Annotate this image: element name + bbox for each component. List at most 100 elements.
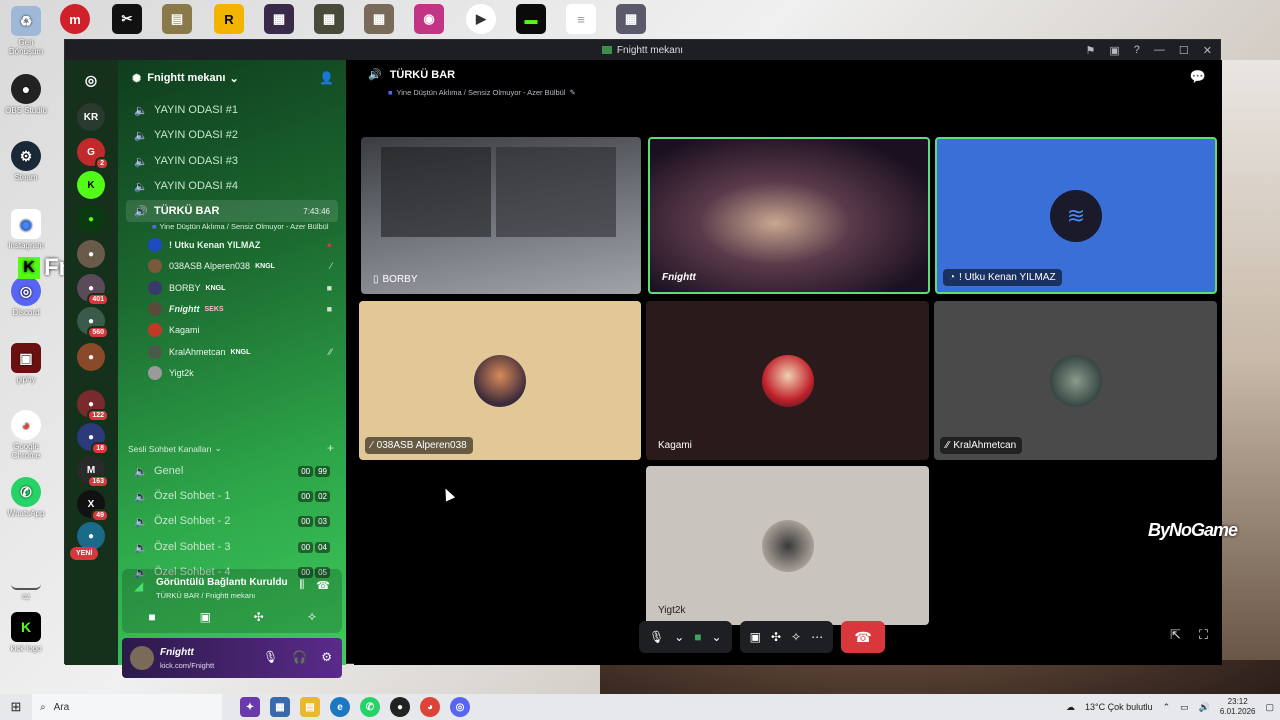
screen-share-button[interactable]: ▣	[183, 607, 227, 627]
new-badge[interactable]: YENİ	[70, 547, 99, 560]
server-item-3[interactable]: ●	[77, 240, 105, 268]
edit-pencil-icon[interactable]: ✎	[570, 88, 576, 97]
activities-icon[interactable]: ✣	[771, 630, 781, 644]
mic-control[interactable]: 🎙 ⌄ ■ ⌄	[639, 621, 732, 653]
more-options-icon[interactable]: ⋯	[811, 630, 823, 644]
discord-home-icon[interactable]: ◎	[77, 66, 105, 94]
notification-icon[interactable]: ▢	[1265, 702, 1274, 713]
copilot-icon[interactable]: ✦	[240, 697, 260, 717]
audio-tile[interactable]: ⁄⁄ KralAhmetcan	[934, 301, 1217, 460]
server-item-5[interactable]: ● 560	[77, 307, 109, 339]
whatsapp-shortcut-icon[interactable]: ✆ WhatsApp	[4, 477, 48, 518]
video-tile[interactable]: ▯ BORBY	[361, 137, 641, 294]
help-icon[interactable]: ?	[1134, 44, 1140, 56]
chevron-down-icon[interactable]: ⌄	[712, 630, 722, 644]
channel-ozel-3[interactable]: 🔈 Özel Sohbet - 3 00 04	[126, 536, 338, 558]
disconnect-icon[interactable]: ☎	[316, 579, 330, 592]
activities-button[interactable]: ✣	[237, 607, 281, 627]
rockstar-icon[interactable]: R	[214, 4, 244, 34]
close-icon[interactable]: ✕	[1203, 44, 1212, 57]
headphones-icon[interactable]: 🎧	[292, 650, 307, 664]
fullscreen-icon[interactable]: ⛶	[1199, 627, 1208, 643]
maximize-icon[interactable]: ☐	[1179, 44, 1189, 57]
microphone-icon[interactable]: 🎙	[649, 630, 664, 644]
server-header[interactable]: ✺ Fnightt mekanı ⌄ 👤	[118, 60, 346, 96]
discord-icon[interactable]: ◎	[450, 697, 470, 717]
photo-shortcut-icon[interactable]: ▦	[616, 4, 646, 34]
whatsapp-icon[interactable]: ✆	[360, 697, 380, 717]
screen-share-icon[interactable]: ▣	[750, 630, 761, 644]
member-item[interactable]: Fnightt SEKS ■	[148, 299, 338, 319]
add-channel-icon[interactable]: +	[327, 441, 334, 455]
giphy-icon[interactable]: ▣ giphy	[4, 343, 48, 384]
clock[interactable]: 23:12 6.01.2026	[1220, 697, 1256, 717]
voice-status-subtitle[interactable]: TÜRKÜ BAR / Fnightt mekanı	[156, 591, 255, 600]
channel-yayin-1[interactable]: 🔈 YAYIN ODASI #1	[126, 99, 338, 121]
audio-tile-speaking[interactable]: ≋ ◔! Utku Kenan YILMAZ	[935, 137, 1217, 294]
battery-icon[interactable]: ▭	[1180, 702, 1189, 713]
channel-yayin-2[interactable]: 🔈 YAYIN ODASI #2	[126, 124, 338, 146]
channel-turku-bar[interactable]: 🔊 TÜRKÜ BAR 7:43:46	[126, 200, 338, 222]
instagram-icon[interactable]: ◉	[414, 4, 444, 34]
minimize-icon[interactable]: —	[1154, 44, 1165, 56]
taskbar-search[interactable]: ⌕ Ara	[32, 694, 222, 720]
game-shortcut-icon[interactable]: ▬	[516, 4, 546, 34]
steam-icon[interactable]: ⚙ Steam	[4, 141, 48, 182]
member-item[interactable]: Yigt2k	[148, 363, 338, 383]
settings-gear-icon[interactable]: ⚙	[321, 650, 332, 664]
server-item-2[interactable]: ●	[77, 205, 105, 233]
camera-button[interactable]: ■	[130, 607, 174, 627]
avatar[interactable]	[130, 646, 154, 670]
server-kr[interactable]: KR	[77, 103, 105, 131]
media-shortcut-icon-3[interactable]: ▦	[364, 4, 394, 34]
obs-icon[interactable]: ● OBS Studio	[4, 74, 48, 115]
member-item[interactable]: ! Utku Kenan YILMAZ ●	[148, 235, 338, 255]
channel-ozel-1[interactable]: 🔈 Özel Sohbet - 1 00 02	[126, 485, 338, 507]
server-item-6[interactable]: ●	[77, 343, 105, 371]
channel-genel[interactable]: 🔈 Genel 00 99	[126, 460, 338, 482]
weather-text[interactable]: 13°C Çok bulutlu	[1085, 702, 1153, 712]
member-item[interactable]: 038ASB Alperen038 KNGL ⁄	[148, 256, 338, 276]
disconnect-button[interactable]: ☎	[841, 621, 886, 653]
microphone-icon[interactable]: 🎙	[263, 650, 278, 664]
screen-icon[interactable]: ▣	[1109, 44, 1119, 57]
server-kick[interactable]: K	[77, 171, 105, 199]
camera-icon[interactable]: ■	[694, 630, 701, 644]
media-shortcut-icon[interactable]: ▦	[264, 4, 294, 34]
document-shortcut-icon[interactable]: ≡	[566, 4, 596, 34]
add-member-icon[interactable]: 👤	[319, 71, 334, 85]
flag-icon[interactable]: ⚑	[1086, 44, 1096, 57]
discord-shortcut-icon[interactable]: ◎ Discord	[4, 276, 48, 317]
instagram-shortcut-icon[interactable]: ◉ Instagram	[4, 209, 48, 250]
audio-tile[interactable]: Kagami	[646, 301, 929, 460]
category-voice[interactable]: Sesli Sohbet Kanalları ⌄	[128, 443, 222, 454]
server-item[interactable]: G2	[77, 138, 109, 170]
audio-tile[interactable]: ⁄ 038ASB Alperen038	[359, 301, 641, 460]
server-item-10[interactable]: X 49	[77, 490, 109, 522]
app-shortcut-icon[interactable]: m	[60, 4, 90, 34]
volume-icon[interactable]: 🔊	[1199, 702, 1210, 713]
channel-yayin-4[interactable]: 🔈 YAYIN ODASI #4	[126, 175, 338, 197]
kick-logo-icon[interactable]: Kkick logo	[4, 612, 48, 653]
soundboard-button[interactable]: ✧	[290, 607, 334, 627]
edge-icon[interactable]: e	[330, 697, 350, 717]
chevron-down-icon[interactable]: ⌄	[674, 630, 684, 644]
channel-ozel-2[interactable]: 🔈 Özel Sohbet - 2 00 03	[126, 510, 338, 532]
audio-tile[interactable]: Yigt2k	[646, 466, 929, 625]
obs-taskbar-icon[interactable]: ●	[390, 697, 410, 717]
popout-icon[interactable]: ⇱	[1170, 627, 1181, 643]
noise-suppression-icon[interactable]: ⫼	[299, 579, 304, 592]
video-tile-speaking[interactable]: Fnightt	[648, 137, 930, 294]
cz-shortcut-icon[interactable]: cz	[4, 560, 48, 601]
channel-yayin-3[interactable]: 🔈 YAYIN ODASI #3	[126, 150, 338, 172]
server-item-11[interactable]: ●	[77, 522, 105, 550]
server-item-7[interactable]: ● 122	[77, 390, 109, 422]
weather-icon[interactable]: ☁	[1066, 702, 1075, 713]
member-item[interactable]: KralAhmetcan KNGL ⁄⁄	[148, 342, 338, 362]
tray-chevron-icon[interactable]: ⌃	[1163, 702, 1171, 713]
windows-start-icon[interactable]: ⊞	[0, 694, 32, 720]
chat-icon[interactable]: 💬	[1190, 69, 1206, 85]
recycle-bin-icon[interactable]: ♻ Geri Dönüşüm	[4, 6, 48, 56]
member-item[interactable]: BORBY KNGL ■	[148, 278, 338, 298]
server-item-9[interactable]: M 163	[77, 456, 109, 488]
